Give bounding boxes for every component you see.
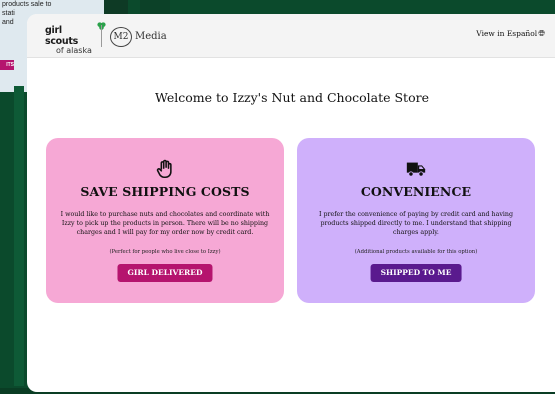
background-button[interactable]: ITS: [0, 60, 14, 70]
hand-icon: [156, 159, 172, 179]
background-strip: [140, 0, 170, 14]
girl-scouts-logo: girl scouts of alaska: [45, 22, 106, 55]
welcome-heading: Welcome to Izzy's Nut and Chocolate Stor…: [155, 90, 429, 105]
card-note: (Additional products available for this …: [354, 249, 478, 255]
girl-delivered-button[interactable]: GIRL DELIVERED: [117, 264, 213, 282]
background-rail: [14, 86, 24, 386]
m2-media-logo: M2 Media: [110, 26, 167, 47]
background-text-line: products sale to: [2, 1, 52, 8]
modal-header: girl scouts of alaska M2 Media View in Es…: [27, 14, 555, 58]
header-divider: [101, 25, 102, 47]
card-description: I would like to purchase nuts and chocol…: [60, 211, 270, 236]
lang-link-label: View in Español: [476, 29, 538, 38]
globe-icon: 🌐︎: [538, 29, 545, 39]
card-note: (Perfect for people who live close to Iz…: [109, 249, 221, 255]
save-shipping-card: SAVE SHIPPING COSTS I would like to purc…: [46, 138, 284, 303]
truck-icon: [406, 162, 426, 177]
m2-media-label: Media: [135, 31, 167, 42]
card-title: SAVE SHIPPING COSTS: [80, 184, 250, 199]
convenience-card: CONVENIENCE I prefer the convenience of …: [297, 138, 535, 303]
m2-mark: M2: [110, 26, 132, 47]
view-in-spanish-link[interactable]: View in Español🌐︎: [476, 29, 545, 39]
store-modal: girl scouts of alaska M2 Media View in Es…: [27, 14, 555, 392]
shipped-to-me-button[interactable]: SHIPPED TO ME: [370, 264, 462, 282]
background-strip: [104, 0, 128, 14]
card-description: I prefer the convenience of paying by cr…: [318, 211, 514, 236]
card-title: CONVENIENCE: [360, 184, 472, 199]
